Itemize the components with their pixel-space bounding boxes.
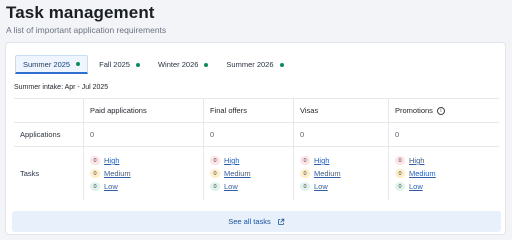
page-subtitle: A list of important application requirem… <box>6 25 167 35</box>
task-link-high[interactable]: High <box>224 156 239 165</box>
external-link-icon <box>277 218 284 225</box>
task-cell: 0 High 0 Medium 0 Low <box>84 147 204 200</box>
task-cell: 0 High 0 Medium 0 Low <box>204 147 294 200</box>
task-link-medium[interactable]: Medium <box>314 169 341 178</box>
tab-summer-2026[interactable]: Summer 2026 <box>219 55 290 74</box>
task-link-medium[interactable]: Medium <box>104 169 131 178</box>
tab-winter-2026[interactable]: Winter 2026 <box>151 55 215 74</box>
count-badge-high: 0 <box>210 156 220 165</box>
count-badge-high: 0 <box>300 156 310 165</box>
column-header-label: Promotions <box>395 106 433 115</box>
applications-value: 0 <box>294 123 389 146</box>
applications-value: 0 <box>395 130 400 139</box>
applications-value: 0 <box>84 123 204 146</box>
see-all-tasks-button[interactable]: See all tasks <box>12 211 501 232</box>
count-badge-low: 0 <box>300 182 310 191</box>
status-dot-icon <box>204 62 209 67</box>
status-dot-icon <box>279 62 284 67</box>
table-header-row: Paid applications Final offers Visas Pro… <box>14 98 499 123</box>
intake-tabs: Summer 2025 Fall 2025 Winter 2026 Summer… <box>15 55 295 74</box>
column-header <box>14 99 84 122</box>
task-link-low[interactable]: Low <box>224 182 238 191</box>
status-dot-icon <box>76 62 81 66</box>
column-header-promotions: Promotions i <box>389 99 499 122</box>
table-row-tasks: Tasks 0 High 0 Medium 0 Low 0 High 0 Medium 0… <box>14 147 499 200</box>
tab-label: Summer 2025 <box>23 59 71 69</box>
task-link-low[interactable]: Low <box>104 182 118 191</box>
tab-summer-2025[interactable]: Summer 2025 <box>15 55 89 74</box>
table-row-applications: Applications 0 0 0 0 <box>14 123 499 147</box>
count-badge-medium: 0 <box>90 169 100 178</box>
task-link-low[interactable]: Low <box>409 182 423 191</box>
column-header: Final offers <box>204 99 294 122</box>
tab-label: Summer 2026 <box>226 60 274 69</box>
task-link-low[interactable]: Low <box>314 182 328 191</box>
task-link-medium[interactable]: Medium <box>224 169 251 178</box>
row-label: Applications <box>14 123 84 146</box>
count-badge-medium: 0 <box>210 169 220 178</box>
see-all-label: See all tasks <box>228 217 271 226</box>
column-header: Paid applications <box>84 99 204 122</box>
count-badge-high: 0 <box>90 156 100 165</box>
count-badge-low: 0 <box>90 182 100 191</box>
task-card: Summer 2025 Fall 2025 Winter 2026 Summer… <box>5 42 506 235</box>
task-link-high[interactable]: High <box>409 156 424 165</box>
tab-label: Fall 2025 <box>99 60 130 69</box>
row-label: Tasks <box>14 147 84 200</box>
count-badge-low: 0 <box>210 182 220 191</box>
count-badge-low: 0 <box>395 182 405 191</box>
task-link-high[interactable]: High <box>314 156 329 165</box>
task-cell: 0 High 0 Medium 0 Low <box>294 147 389 200</box>
count-badge-medium: 0 <box>300 169 310 178</box>
count-badge-medium: 0 <box>395 169 405 178</box>
tab-fall-2025[interactable]: Fall 2025 <box>92 55 147 74</box>
info-icon[interactable]: i <box>436 106 445 115</box>
task-table: Paid applications Final offers Visas Pro… <box>14 98 499 200</box>
tab-label: Winter 2026 <box>157 60 199 69</box>
task-link-medium[interactable]: Medium <box>409 169 436 178</box>
task-link-high[interactable]: High <box>104 156 119 165</box>
applications-value: 0 <box>204 123 294 146</box>
status-dot-icon <box>135 62 140 67</box>
task-cell: 0 High 0 Medium 0 Low <box>389 147 499 200</box>
count-badge-high: 0 <box>395 156 405 165</box>
column-header: Visas <box>294 99 389 122</box>
intake-period: Summer intake: Apr - Jul 2025 <box>14 84 109 91</box>
page-title: Task management <box>6 3 155 22</box>
